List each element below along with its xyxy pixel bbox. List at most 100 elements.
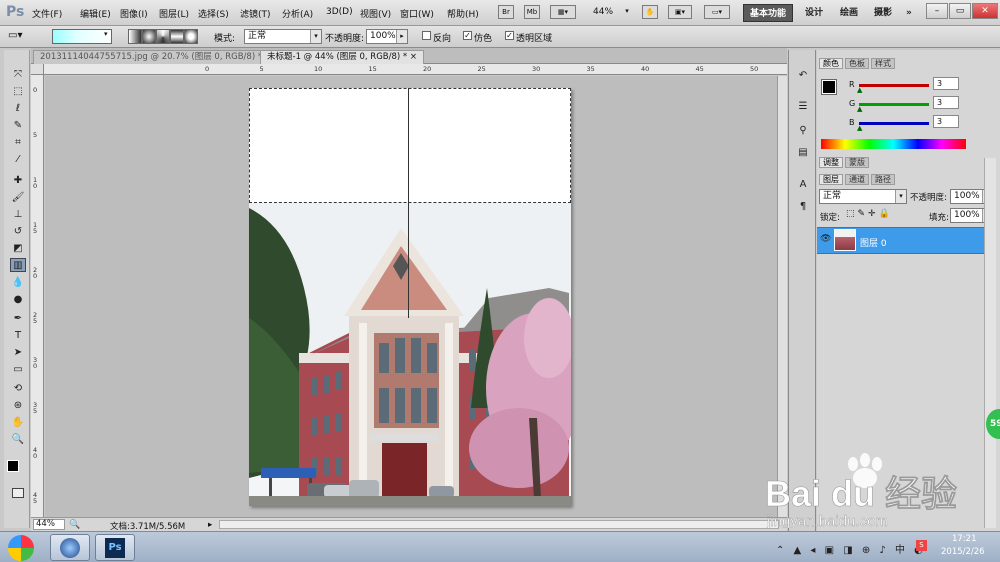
shape-tool-icon[interactable]: ▭ [10,363,26,377]
menu-item-6[interactable]: 分析(A) [282,7,313,20]
mini-bridge-button[interactable]: Mb [524,5,540,19]
ruler-corner[interactable] [31,64,44,75]
linear-gradient-button[interactable] [128,29,142,44]
crop-tool-icon[interactable]: ⌗ [10,136,26,150]
channel-value-r[interactable]: 3 [933,77,959,90]
clone-stamp-tool-icon[interactable]: ⊥ [10,208,26,222]
zoom-dropdown-icon[interactable]: ▾ [622,5,632,19]
tab-channels[interactable]: 通道 [845,174,869,185]
gradient-tool-preset-icon[interactable]: ▭▾ [8,30,22,41]
blur-tool-icon[interactable]: 💧 [10,276,26,290]
menu-item-10[interactable]: 帮助(H) [447,7,479,20]
menu-item-9[interactable]: 窗口(W) [400,7,434,20]
clock-date[interactable]: 2015/2/26 [941,547,985,557]
reflected-gradient-button[interactable] [170,29,184,44]
status-menu-arrow-icon[interactable]: ▸ [208,520,212,530]
channel-slider-r[interactable] [859,84,929,87]
layer-name[interactable]: 图层 0 [860,236,887,249]
actions-panel-icon[interactable]: ▤ [796,146,810,160]
workspace-essentials[interactable]: 基本功能 [743,4,794,22]
move-tool-icon[interactable]: ⤧ [10,68,26,82]
healing-brush-tool-icon[interactable]: ✚ [10,174,26,188]
menu-item-2[interactable]: 图像(I) [120,7,148,20]
foreground-color-swatch[interactable] [7,460,19,472]
pen-tool-icon[interactable]: ✒ [10,312,26,326]
layers-scrollbar[interactable] [984,158,996,528]
tab-swatches[interactable]: 色板 [845,58,869,69]
slider-handle-icon[interactable]: ▲ [857,105,862,113]
history-panel-icon[interactable]: ↶ [796,69,810,83]
restore-button[interactable]: ▭ [949,3,971,19]
slider-handle-icon[interactable]: ▲ [857,124,862,132]
menu-item-0[interactable]: 文件(F) [32,7,62,20]
clone-source-icon[interactable]: ⚲ [796,124,810,138]
horizontal-scrollbar[interactable] [219,520,779,529]
tray-icons[interactable]: ⌃ ▲ ◂ ▣ ◨ ⊕ ♪ 中 ◐ [776,541,926,556]
foreground-color-swatch[interactable] [821,79,837,95]
arrange-documents-button[interactable]: ▣▾ [668,5,692,19]
character-panel-icon[interactable]: A [796,178,810,192]
tab-document-2[interactable]: 未标题-1 @ 44% (图层 0, RGB/8) * × [260,50,424,64]
lock-icons[interactable]: ⬚✎✛🔒 [846,209,893,219]
dodge-tool-icon[interactable]: ● [10,293,26,307]
path-selection-tool-icon[interactable]: ➤ [10,346,26,360]
vertical-scrollbar[interactable] [777,76,787,517]
gradient-picker-arrow-icon[interactable]: ▾ [104,30,108,38]
hand-tool-icon[interactable]: ✋ [10,416,26,430]
channel-slider-g[interactable] [859,103,929,106]
menu-item-4[interactable]: 选择(S) [198,7,229,20]
view-extras-button[interactable]: ▦▾ [550,5,576,19]
bridge-button[interactable]: Br [498,5,514,19]
history-brush-tool-icon[interactable]: ↺ [10,225,26,239]
eraser-tool-icon[interactable]: ◩ [10,242,26,256]
workspace-more[interactable]: » [900,4,918,22]
tab-paths[interactable]: 路径 [871,174,895,185]
eyedropper-tool-icon[interactable]: ⁄ [10,153,26,167]
clock-time[interactable]: 17:21 [952,534,977,544]
hand-tool-icon[interactable]: ✋ [642,5,658,19]
ruler-top[interactable]: 0 5 10 15 20 25 30 35 40 45 50 [44,64,787,75]
taskbar-photoshop[interactable]: Ps [95,534,135,561]
start-button[interactable] [8,535,34,561]
radial-gradient-button[interactable] [142,29,156,44]
menu-item-7[interactable]: 3D(D) [326,7,353,17]
tab-layers[interactable]: 图层 [819,174,843,185]
tray-app-icon[interactable]: S [916,540,927,551]
3d-rotate-tool-icon[interactable]: ⟲ [10,382,26,396]
3d-orbit-tool-icon[interactable]: ⊛ [10,399,26,413]
brush-presets-icon[interactable]: ☰ [796,100,810,114]
color-spectrum-bar[interactable] [821,139,966,149]
diamond-gradient-button[interactable] [184,29,198,44]
minimize-button[interactable]: – [926,3,948,19]
transparency-checkbox[interactable]: ✓ [505,31,514,40]
lasso-tool-icon[interactable]: ℓ [10,102,26,116]
paragraph-panel-icon[interactable]: ¶ [796,200,810,214]
screen-mode-button[interactable]: ▭▾ [704,5,730,19]
workspace-painting[interactable]: 绘画 [834,4,864,22]
brush-tool-icon[interactable]: 🖌 [10,191,26,205]
menu-item-5[interactable]: 滤镜(T) [240,7,271,20]
layer-visibility-eye-icon[interactable]: 👁 [820,234,831,244]
workspace-photography[interactable]: 摄影 [868,4,898,22]
menu-item-1[interactable]: 编辑(E) [80,7,111,20]
channel-slider-b[interactable] [859,122,929,125]
close-button[interactable]: ✕ [972,3,998,19]
type-tool-icon[interactable]: T [10,329,26,343]
zoom-tool-icon[interactable]: 🔍 [10,433,26,447]
channel-value-g[interactable]: 3 [933,96,959,109]
channel-value-b[interactable]: 3 [933,115,959,128]
tab-styles[interactable]: 样式 [871,58,895,69]
taskbar-browser[interactable] [50,534,90,561]
quick-selection-tool-icon[interactable]: ✎ [10,119,26,133]
menu-item-8[interactable]: 视图(V) [360,7,391,20]
slider-handle-icon[interactable]: ▲ [857,86,862,94]
gradient-preview[interactable] [52,29,112,44]
ruler-left[interactable]: 0 5 1 0 1 5 2 0 2 5 3 0 3 5 4 0 4 5 [31,75,44,518]
reverse-checkbox[interactable] [422,31,431,40]
mode-select[interactable]: 正常 ▾ [244,29,322,44]
angle-gradient-button[interactable] [156,29,170,44]
gradient-tool-icon[interactable]: ▥ [10,258,26,272]
workspace-design[interactable]: 设计 [799,4,829,22]
dither-checkbox[interactable]: ✓ [463,31,472,40]
blend-mode-select[interactable]: 正常 ▾ [819,189,907,204]
